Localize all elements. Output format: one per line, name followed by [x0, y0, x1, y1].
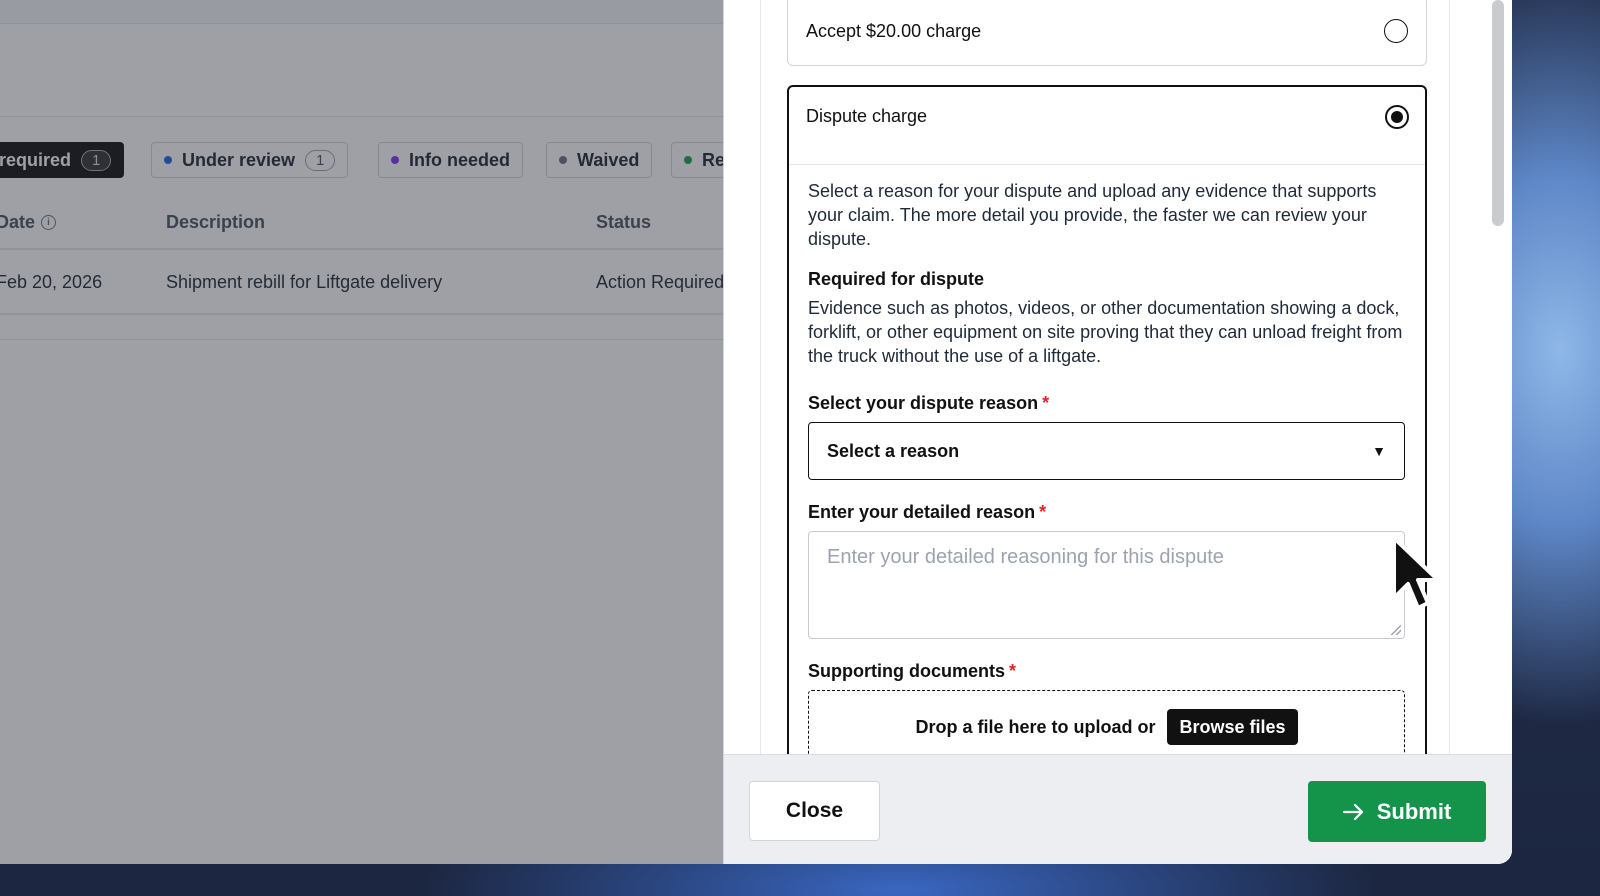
required-asterisk: * [1009, 661, 1017, 681]
resize-handle-icon[interactable] [1391, 625, 1401, 635]
app-window: required 1 Under review 1 Info needed Wa… [0, 0, 1512, 864]
drawer-footer: Close Submit [724, 754, 1512, 864]
submit-label: Submit [1376, 798, 1452, 824]
dispute-charge-option[interactable]: Dispute charge Select a reason for your … [787, 85, 1427, 754]
option-label: Dispute charge [806, 106, 928, 126]
accept-charge-option[interactable]: Accept $20.00 charge [787, 0, 1427, 66]
caret-down-icon: ▼ [1372, 443, 1386, 459]
scrollbar-thumb[interactable] [1492, 0, 1504, 226]
radio-selected-icon[interactable] [1385, 104, 1409, 129]
label-text: Supporting documents [808, 661, 1005, 681]
select-value: Select a reason [827, 440, 960, 461]
drawer-scroll-area[interactable]: Accept $20.00 charge Dispute charge Sele… [724, 0, 1512, 754]
required-text: Evidence such as photos, videos, or othe… [808, 298, 1403, 366]
browse-files-button[interactable]: Browse files [1167, 709, 1298, 745]
mouse-cursor-icon [1392, 536, 1440, 610]
option-label: Accept $20.00 charge [806, 20, 982, 41]
label-text: Enter your detailed reason [808, 502, 1036, 522]
dispute-option-body: Select a reason for your dispute and upl… [789, 165, 1425, 754]
arrow-right-icon [1342, 803, 1363, 820]
file-dropzone[interactable]: Drop a file here to upload or Browse fil… [808, 690, 1405, 754]
dispute-intro-text: Select a reason for your dispute and upl… [808, 181, 1377, 249]
supporting-documents-label: Supporting documents * [808, 661, 1405, 682]
required-asterisk: * [1039, 502, 1047, 522]
close-button[interactable]: Close [749, 781, 880, 841]
required-asterisk: * [1042, 393, 1050, 413]
detailed-reason-textarea[interactable]: Enter your detailed reasoning for this d… [808, 531, 1405, 639]
detailed-reason-label: Enter your detailed reason * [808, 502, 1405, 523]
radio-unselected-icon[interactable] [1384, 19, 1408, 43]
required-heading: Required for dispute [808, 269, 985, 289]
textarea-placeholder: Enter your detailed reasoning for this d… [827, 546, 1224, 568]
label-text: Select your dispute reason [808, 393, 1039, 413]
dispute-option-header[interactable]: Dispute charge [789, 87, 1425, 165]
dispute-reason-label: Select your dispute reason * [808, 393, 1405, 414]
dispute-reason-select[interactable]: Select a reason ▼ [808, 422, 1405, 480]
dispute-drawer: Accept $20.00 charge Dispute charge Sele… [723, 0, 1512, 864]
dropzone-text: Drop a file here to upload or [915, 717, 1156, 737]
submit-button[interactable]: Submit [1308, 781, 1486, 842]
